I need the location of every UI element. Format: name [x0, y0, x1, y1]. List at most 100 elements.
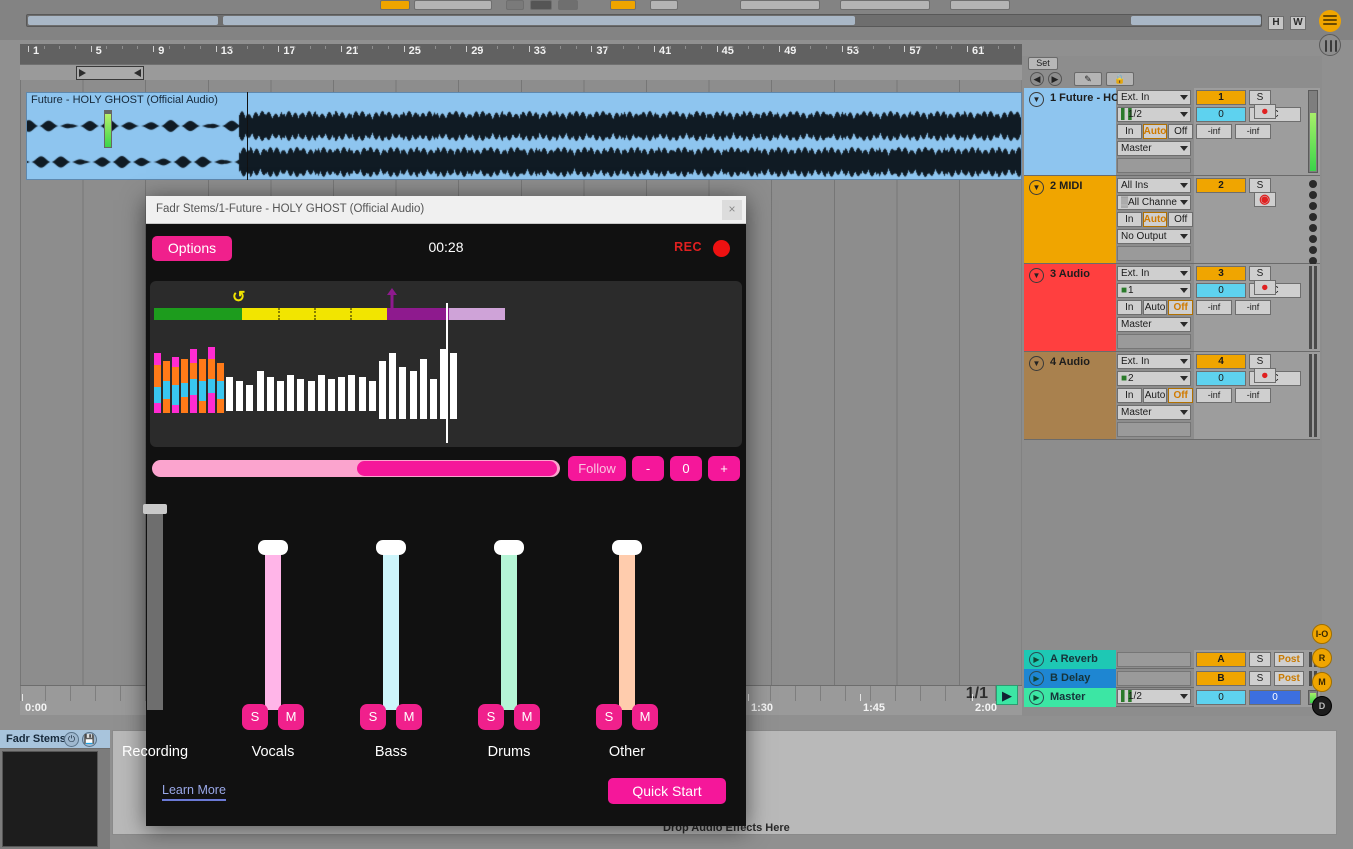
return-solo-button[interactable]: S: [1249, 652, 1271, 667]
toolbar-orange-indicator-1[interactable]: [380, 0, 410, 10]
track-send-a[interactable]: -inf: [1196, 124, 1232, 139]
zoom-reset-button[interactable]: 0: [670, 456, 702, 481]
return-fold-icon[interactable]: ▶: [1029, 671, 1044, 686]
fader-track[interactable]: [383, 502, 399, 710]
track-arm-button[interactable]: ●: [1254, 280, 1276, 295]
zoom-in-button[interactable]: +: [708, 456, 740, 481]
section-segment-outro[interactable]: [449, 308, 505, 320]
stem-mute-button[interactable]: M: [514, 704, 540, 730]
monitor-auto-button[interactable]: Auto: [1143, 388, 1168, 403]
track-volume-field[interactable]: 0: [1196, 107, 1246, 122]
track-output-channel-select[interactable]: [1117, 334, 1191, 349]
track-fold-icon[interactable]: ▼: [1029, 268, 1044, 283]
height-button[interactable]: H: [1268, 16, 1284, 30]
section-segment-intro[interactable]: [154, 308, 242, 320]
loop-icon[interactable]: ↺: [232, 287, 245, 307]
power-icon[interactable]: ⏻: [64, 732, 79, 747]
track-arm-button[interactable]: ●: [1254, 368, 1276, 383]
zoom-slider-thumb[interactable]: [357, 461, 557, 476]
loop-brace[interactable]: [76, 66, 144, 80]
track-number-button[interactable]: 2: [1196, 178, 1246, 193]
save-icon[interactable]: 💾: [82, 732, 97, 747]
fader-handle[interactable]: [376, 540, 406, 555]
stem-mute-button[interactable]: M: [396, 704, 422, 730]
monitor-off-button[interactable]: Off: [1168, 212, 1193, 227]
track-volume-field[interactable]: 0: [1196, 371, 1246, 386]
song-section-bar[interactable]: [154, 308, 505, 320]
track-number-button[interactable]: 4: [1196, 354, 1246, 369]
side-toggle-d-button[interactable]: D: [1312, 696, 1332, 716]
track-input-select[interactable]: All Ins: [1117, 178, 1191, 193]
fader-track[interactable]: [147, 502, 163, 710]
scrollbar-thumb-left[interactable]: [28, 16, 218, 25]
record-button[interactable]: [713, 240, 730, 257]
learn-more-link[interactable]: Learn More: [162, 783, 226, 801]
track-output-select[interactable]: No Output: [1117, 229, 1191, 244]
track-fold-icon[interactable]: ▼: [1029, 180, 1044, 195]
master-name-cell[interactable]: ▶Master: [1024, 688, 1116, 707]
return-track-row[interactable]: ▶B DelayBSPost: [1024, 669, 1320, 688]
return-mode-button[interactable]: Post: [1274, 652, 1304, 667]
upload-arrow-icon[interactable]: [384, 286, 400, 315]
set-button[interactable]: Set: [1028, 57, 1058, 70]
close-icon[interactable]: ×: [722, 200, 742, 220]
zoom-out-button[interactable]: -: [632, 456, 664, 481]
track-solo-button[interactable]: S: [1249, 178, 1271, 193]
track-solo-button[interactable]: S: [1249, 90, 1271, 105]
monitor-in-button[interactable]: In: [1117, 388, 1142, 403]
arrangement-view-icon[interactable]: [1319, 34, 1341, 56]
return-track-row[interactable]: ▶A Reverb ASPost: [1024, 650, 1320, 669]
track-input-select[interactable]: Ext. In: [1117, 266, 1191, 281]
quick-start-button[interactable]: Quick Start: [608, 778, 726, 804]
return-input-slot[interactable]: [1117, 671, 1191, 686]
scrollbar-thumb-mid[interactable]: [223, 16, 855, 25]
track-number-button[interactable]: 1: [1196, 90, 1246, 105]
master-fold-icon[interactable]: ▶: [1029, 690, 1044, 705]
track-row[interactable]: ▼4 AudioExt. In■2InAutoOffMaster4S●0C-in…: [1024, 352, 1320, 440]
fader-handle[interactable]: [494, 540, 524, 555]
section-segment-verse[interactable]: [242, 308, 387, 320]
side-toggle-io-button[interactable]: I-O: [1312, 624, 1332, 644]
bar-ruler[interactable]: 15913172125293337414549535761: [20, 44, 1022, 64]
side-toggle-m-button[interactable]: M: [1312, 672, 1332, 692]
monitor-in-button[interactable]: In: [1117, 212, 1142, 227]
pencil-icon[interactable]: ✎: [1074, 72, 1102, 86]
toolbar-orange-indicator-2[interactable]: [610, 0, 636, 10]
track-channel-select[interactable]: ■1: [1117, 283, 1191, 298]
stem-mute-button[interactable]: M: [632, 704, 658, 730]
return-letter-button[interactable]: B: [1196, 671, 1246, 686]
track-channel-select[interactable]: ■2: [1117, 371, 1191, 386]
follow-play-button[interactable]: ▶: [996, 685, 1018, 705]
track-row[interactable]: ▼2 MIDIAll Ins▒All ChanneInAutoOffNo Out…: [1024, 176, 1320, 264]
track-output-channel-select[interactable]: [1117, 246, 1191, 261]
track-output-channel-select[interactable]: [1117, 158, 1191, 173]
stem-solo-button[interactable]: S: [478, 704, 504, 730]
track-send-a[interactable]: -inf: [1196, 388, 1232, 403]
track-name-cell[interactable]: ▼1 Future - HO: [1024, 88, 1116, 175]
return-name-cell[interactable]: ▶A Reverb: [1024, 650, 1116, 669]
width-button[interactable]: W: [1290, 16, 1306, 30]
return-letter-button[interactable]: A: [1196, 652, 1246, 667]
return-input-slot[interactable]: [1117, 652, 1191, 667]
track-send-b[interactable]: -inf: [1235, 124, 1271, 139]
nav-forward-icon[interactable]: ▶: [1048, 72, 1062, 86]
track-fold-icon[interactable]: ▼: [1029, 92, 1044, 107]
toolbar-field-8[interactable]: [950, 0, 1010, 10]
track-output-select[interactable]: Master: [1117, 317, 1191, 332]
track-name-cell[interactable]: ▼4 Audio: [1024, 352, 1116, 439]
track-solo-button[interactable]: S: [1249, 354, 1271, 369]
return-mode-button[interactable]: Post: [1274, 671, 1304, 686]
fader-handle[interactable]: [612, 540, 642, 555]
track-channel-select[interactable]: ▒All Channe: [1117, 195, 1191, 210]
track-send-b[interactable]: -inf: [1235, 388, 1271, 403]
monitor-auto-button[interactable]: Auto: [1143, 212, 1168, 227]
track-name-cell[interactable]: ▼3 Audio: [1024, 264, 1116, 351]
master-cue-volume-field[interactable]: 0: [1249, 690, 1301, 705]
toolbar-field-4[interactable]: [558, 0, 578, 10]
toolbar-field-6[interactable]: [740, 0, 820, 10]
stem-solo-button[interactable]: S: [596, 704, 622, 730]
fader-track[interactable]: [265, 502, 281, 710]
master-volume-field[interactable]: 0: [1196, 690, 1246, 705]
stem-mute-button[interactable]: M: [278, 704, 304, 730]
master-track-row[interactable]: ▶Master▌▌1/200: [1024, 688, 1320, 707]
